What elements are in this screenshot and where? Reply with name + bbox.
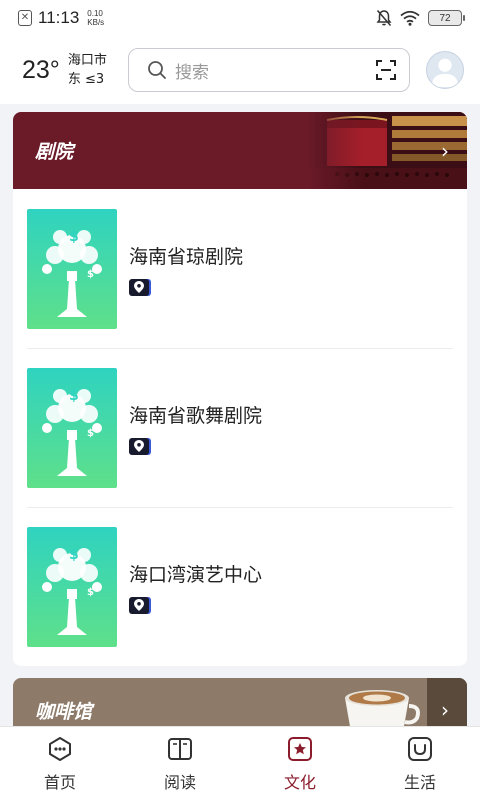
venue-info: 海南省琼剧院 (129, 242, 243, 296)
tab-reading-label: 阅读 (163, 773, 196, 792)
theater-banner[interactable]: 剧院 › (13, 112, 467, 189)
venue-thumbnail: $ $ (27, 367, 117, 488)
coffee-section-title: 咖啡馆 (35, 700, 93, 723)
status-bar: ✕ 11:13 0.10 KB/s 72 (0, 0, 480, 36)
location-pin-icon[interactable] (129, 278, 149, 296)
notification-blocked-icon: ✕ (18, 10, 32, 26)
book-icon (168, 738, 192, 760)
status-time: 11:13 (38, 8, 80, 27)
city-name: 海口市 (67, 53, 107, 68)
weather-details: 海口市 东 ≤3 (68, 51, 107, 89)
temperature: 23° (22, 55, 60, 84)
home-icon (49, 737, 71, 761)
svg-text:$: $ (69, 229, 79, 245)
tab-culture[interactable]: 文化 (240, 727, 360, 800)
avatar[interactable] (426, 51, 464, 89)
tab-home-label: 首页 (43, 773, 76, 792)
venue-name: 海南省歌舞剧院 (129, 404, 263, 427)
user-avatar-icon (431, 58, 459, 87)
chevron-right-icon[interactable]: › (441, 139, 449, 163)
svg-text:$: $ (87, 269, 94, 280)
location-pin-icon[interactable] (129, 596, 149, 614)
list-item-venue-3[interactable]: $ $ 海口湾演艺中心 (13, 507, 467, 666)
network-speed-unit: KB/s (87, 18, 105, 27)
tab-life-label: 生活 (403, 773, 436, 792)
location-pin-icon[interactable] (129, 437, 149, 455)
venue-thumbnail: $ $ (27, 526, 117, 647)
tab-life[interactable]: 生活 (360, 727, 480, 800)
weather-widget[interactable]: 23° 海口市 东 ≤3 (22, 51, 126, 89)
wind-info: 东 ≤3 (67, 72, 105, 87)
money-tree-icon: $ $ (42, 547, 102, 635)
status-left: ✕ 11:13 0.10 KB/s (18, 8, 104, 28)
venue-name: 海口湾演艺中心 (129, 563, 263, 586)
wifi-icon (400, 10, 420, 26)
bell-off-icon (376, 10, 392, 26)
scan-icon[interactable] (375, 59, 397, 81)
chevron-right-icon[interactable]: › (441, 698, 449, 722)
life-icon (408, 737, 432, 761)
status-right: 72 (376, 9, 465, 27)
svg-text:$: $ (87, 587, 94, 598)
main-content: 剧院 › $ $ 海南省琼剧院 $ $ 海南省歌舞剧院 $ $ 海口湾演艺中心 … (13, 112, 467, 742)
bottom-tab-bar: 首页 阅读 文化 生活 (0, 726, 480, 800)
money-tree-icon: $ $ (42, 229, 102, 317)
theater-section: 剧院 › $ $ 海南省琼剧院 $ $ 海南省歌舞剧院 $ $ 海口湾演艺中心 (13, 112, 467, 666)
venue-info: 海口湾演艺中心 (129, 560, 262, 614)
search-icon (148, 61, 166, 79)
svg-text:$: $ (69, 547, 79, 563)
culture-star-icon (288, 737, 312, 761)
money-tree-icon: $ $ (42, 388, 102, 476)
search-bar[interactable]: 搜索 (128, 48, 410, 92)
tab-home[interactable]: 首页 (0, 727, 120, 800)
network-speed-value: 0.10 (87, 9, 103, 18)
theater-section-title: 剧院 (35, 141, 74, 163)
search-input[interactable]: 搜索 (175, 58, 375, 83)
svg-text:$: $ (69, 388, 79, 404)
list-item-venue-1[interactable]: $ $ 海南省琼剧院 (13, 189, 467, 348)
network-speed: 0.10 KB/s (87, 9, 104, 27)
svg-text:$: $ (87, 428, 94, 439)
top-header: 23° 海口市 东 ≤3 搜索 (0, 36, 480, 104)
venue-info: 海南省歌舞剧院 (129, 401, 262, 455)
tab-culture-label: 文化 (283, 773, 316, 792)
battery-indicator: 72 (428, 10, 465, 26)
tab-reading[interactable]: 阅读 (120, 727, 240, 800)
venue-name: 海南省琼剧院 (129, 245, 244, 268)
list-item-venue-2[interactable]: $ $ 海南省歌舞剧院 (13, 348, 467, 507)
venue-thumbnail: $ $ (27, 208, 117, 329)
